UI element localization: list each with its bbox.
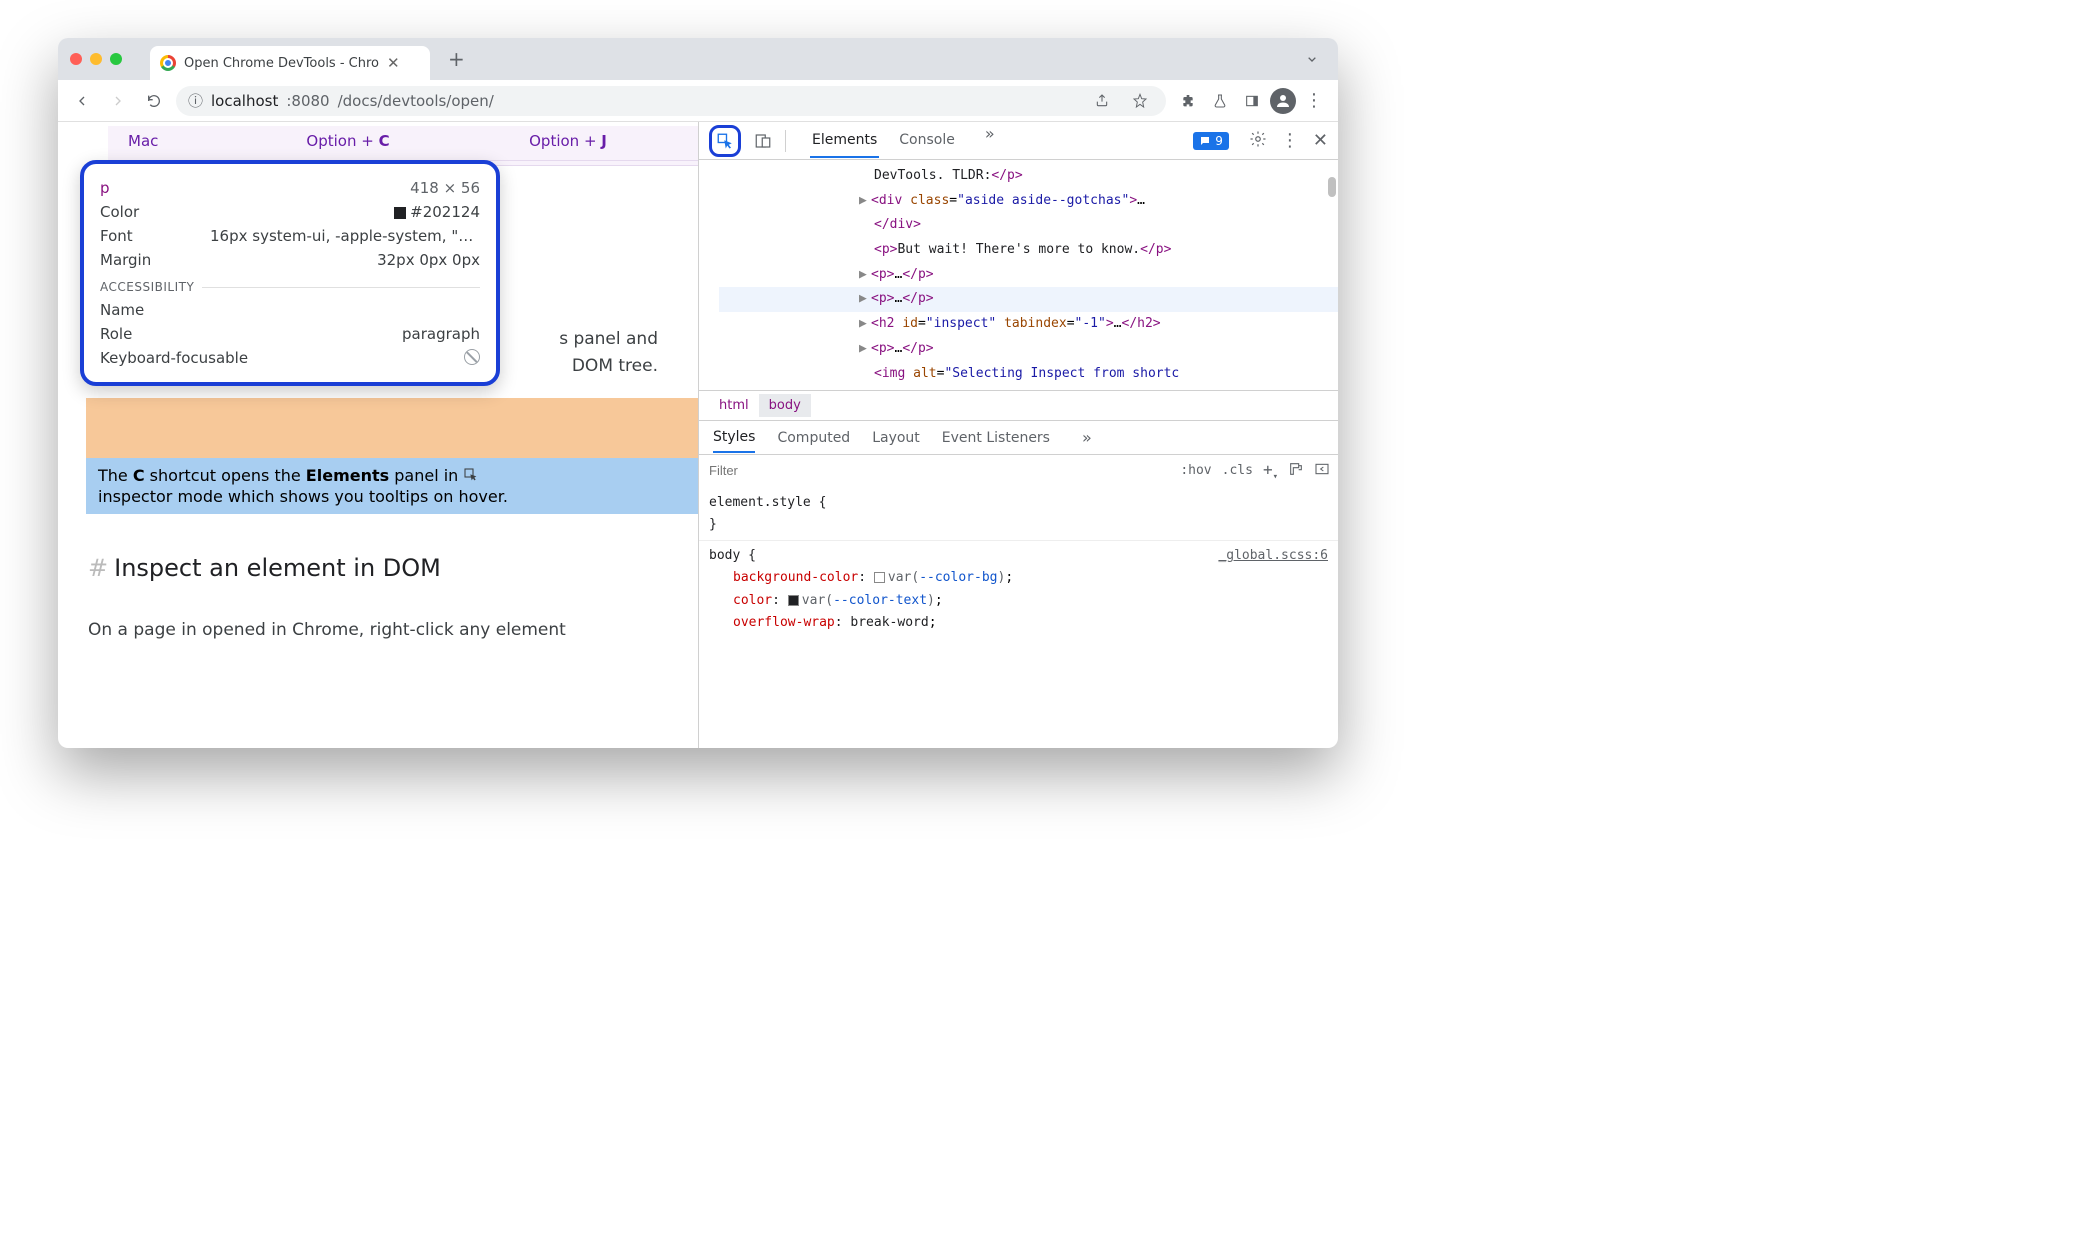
tab-console[interactable]: Console — [897, 124, 957, 158]
source-link[interactable]: _global.scss:6 — [1218, 545, 1328, 567]
device-toggle-icon[interactable] — [751, 132, 775, 150]
table-cell-option-c: Option + C — [238, 132, 458, 150]
share-icon[interactable] — [1088, 87, 1116, 115]
tooltip-dimensions: 418 × 56 — [410, 179, 480, 197]
color-swatch-icon[interactable] — [788, 595, 799, 606]
inspect-inline-icon — [463, 467, 479, 487]
tabs-dropdown-icon[interactable] — [1298, 45, 1326, 73]
forward-button[interactable] — [104, 87, 132, 115]
main-content: Mac Option + C Option + J s panel and DO… — [58, 122, 1338, 748]
subtab-computed[interactable]: Computed — [777, 424, 850, 452]
tooltip-font-label: Font — [100, 227, 133, 245]
paint-icon[interactable] — [1288, 461, 1304, 481]
new-tab-button[interactable]: + — [448, 47, 465, 71]
tooltip-role-value: paragraph — [402, 325, 480, 343]
tooltip-tag-name: p — [100, 179, 110, 197]
tooltip-margin-label: Margin — [100, 251, 151, 269]
not-focusable-icon — [464, 349, 480, 365]
sidepanel-icon[interactable] — [1238, 87, 1266, 115]
url-port: :8080 — [286, 92, 329, 110]
address-bar[interactable]: ⓘ localhost :8080/docs/devtools/open/ — [176, 86, 1166, 116]
subtab-event-listeners[interactable]: Event Listeners — [942, 424, 1050, 452]
extensions-icon[interactable] — [1174, 87, 1202, 115]
favicon-chrome-icon — [160, 55, 176, 71]
devtools-menu-icon[interactable]: ⋮ — [1281, 130, 1299, 151]
styles-rules[interactable]: element.style { } body {_global.scss:6 b… — [699, 486, 1338, 640]
styles-subtabs: Styles Computed Layout Event Listeners » — [699, 420, 1338, 454]
site-info-icon[interactable]: ⓘ — [188, 90, 203, 111]
devtools-main-tabs: Elements Console » — [810, 124, 995, 158]
crumb-body[interactable]: body — [759, 394, 811, 417]
browser-window: Open Chrome DevTools - Chro ✕ + ⓘ localh… — [58, 38, 1338, 748]
new-style-rule-icon[interactable]: +▾ — [1263, 460, 1278, 482]
titlebar: Open Chrome DevTools - Chro ✕ + — [58, 38, 1338, 80]
cls-toggle[interactable]: .cls — [1222, 463, 1253, 478]
url-path: /docs/devtools/open/ — [338, 92, 494, 110]
table-os-label: Mac — [128, 132, 238, 150]
tooltip-font-value: 16px system-ui, -apple-system, "syste… — [210, 227, 480, 245]
minimize-window-button[interactable] — [90, 53, 102, 65]
tooltip-color-label: Color — [100, 203, 139, 221]
more-subtabs-icon[interactable]: » — [1082, 428, 1092, 447]
tooltip-role-label: Role — [100, 325, 132, 343]
close-window-button[interactable] — [70, 53, 82, 65]
scrollbar-thumb[interactable] — [1328, 177, 1336, 197]
window-controls — [70, 53, 122, 65]
devtools-panel: Elements Console » 9 ⋮ ✕ DevTools. T — [698, 122, 1338, 748]
url-host: localhost — [211, 92, 278, 110]
highlighted-paragraph: The C shortcut opens the Elements panel … — [86, 458, 698, 514]
element-style-rule: element.style { — [709, 492, 1328, 514]
section-heading: #Inspect an element in DOM — [88, 549, 658, 587]
styles-filter-input[interactable] — [699, 463, 1170, 478]
more-tabs-icon[interactable]: » — [985, 124, 995, 158]
dom-breadcrumb: html body — [699, 390, 1338, 420]
bookmark-icon[interactable] — [1126, 87, 1154, 115]
styles-filter-bar: :hov .cls +▾ — [699, 454, 1338, 486]
color-swatch-icon — [394, 207, 406, 219]
panel-toggle-icon[interactable] — [1314, 461, 1330, 481]
browser-toolbar: ⓘ localhost :8080/docs/devtools/open/ — [58, 80, 1338, 122]
anchor-hash-icon[interactable]: # — [88, 554, 108, 582]
tooltip-margin-value: 32px 0px 0px — [377, 251, 480, 269]
tooltip-color-value: #202124 — [394, 203, 480, 221]
tooltip-a11y-header: ACCESSIBILITY — [100, 280, 194, 294]
tab-elements[interactable]: Elements — [810, 124, 879, 158]
devtools-toolbar: Elements Console » 9 ⋮ ✕ — [699, 122, 1338, 160]
tooltip-name-label: Name — [100, 301, 144, 319]
back-button[interactable] — [68, 87, 96, 115]
browser-menu-icon[interactable]: ⋮ — [1300, 87, 1328, 115]
devtools-close-icon[interactable]: ✕ — [1313, 130, 1328, 151]
table-cell-option-j: Option + J — [458, 132, 678, 150]
body-paragraph: On a page in opened in Chrome, right-cli… — [88, 617, 658, 644]
color-swatch-icon[interactable] — [874, 572, 885, 583]
browser-tab[interactable]: Open Chrome DevTools - Chro ✕ — [150, 46, 430, 80]
hov-toggle[interactable]: :hov — [1180, 463, 1211, 478]
subtab-styles[interactable]: Styles — [713, 423, 755, 453]
tab-close-icon[interactable]: ✕ — [387, 54, 400, 72]
issues-badge[interactable]: 9 — [1193, 132, 1229, 150]
crumb-html[interactable]: html — [709, 394, 759, 417]
tab-title: Open Chrome DevTools - Chro — [184, 56, 379, 71]
settings-icon[interactable] — [1249, 130, 1267, 152]
reload-button[interactable] — [140, 87, 168, 115]
inspect-element-button[interactable] — [709, 125, 741, 157]
rendered-page: Mac Option + C Option + J s panel and DO… — [58, 122, 698, 748]
profile-avatar[interactable] — [1270, 88, 1296, 114]
dom-tree[interactable]: DevTools. TLDR:</p> ▶<div class="aside a… — [699, 160, 1338, 390]
toolbar-right-icons: ⋮ — [1174, 87, 1328, 115]
inspect-tooltip: p 418 × 56 Color #202124 Font 16px syste… — [80, 160, 500, 386]
subtab-layout[interactable]: Layout — [872, 424, 920, 452]
labs-icon[interactable] — [1206, 87, 1234, 115]
maximize-window-button[interactable] — [110, 53, 122, 65]
tooltip-keyboard-label: Keyboard-focusable — [100, 349, 248, 367]
